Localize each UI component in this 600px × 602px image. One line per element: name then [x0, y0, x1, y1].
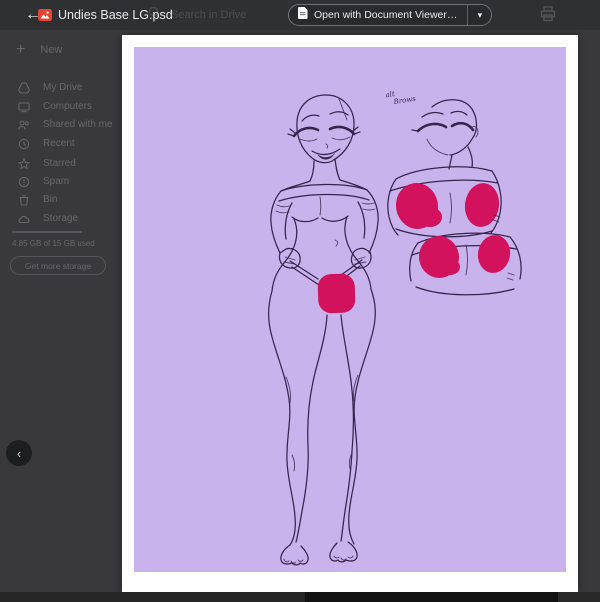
computer-icon [18, 101, 30, 113]
bra-accent [477, 235, 511, 273]
character-illustration [268, 94, 522, 566]
sketch-torso-2 [409, 232, 522, 296]
open-with-main[interactable]: Open with Document Viewer… [289, 5, 467, 25]
people-icon [18, 119, 30, 131]
bra-accent [440, 259, 460, 275]
open-with-dropdown[interactable]: ▾ [467, 5, 491, 25]
sidebar-item-label: Recent [43, 138, 75, 149]
sidebar-item-computers[interactable]: Computers [18, 99, 92, 114]
sidebar-item-label: Shared with me [43, 119, 113, 130]
new-button-label: New [40, 44, 63, 56]
search-icon [148, 6, 161, 24]
sidebar-item-starred[interactable]: Starred [18, 156, 76, 171]
bottom-strip-segment [305, 592, 558, 602]
psd-file-icon [38, 8, 52, 22]
search-placeholder: Search in Drive [171, 9, 247, 21]
preview-frame: alt Brows [122, 35, 578, 592]
sidebar-item-label: Bin [43, 194, 58, 205]
sidebar-item-shared[interactable]: Shared with me [18, 117, 112, 132]
search-bar-dimmed[interactable]: Search in Drive [148, 5, 246, 25]
sidebar-item-label: My Drive [43, 82, 83, 93]
underwear-accent [317, 273, 356, 314]
storage-progress-bar [12, 231, 82, 233]
spam-icon [18, 176, 30, 188]
chevron-down-icon: ▾ [477, 9, 483, 20]
cloud-icon [18, 213, 30, 225]
clock-icon [18, 138, 30, 150]
sketch-head [411, 99, 479, 170]
sidebar-item-storage[interactable]: Storage [18, 211, 78, 226]
trash-icon [18, 194, 30, 206]
chevron-left-icon: ‹ [16, 445, 22, 461]
sidebar-item-label: Spam [43, 176, 70, 187]
bottom-strip [0, 592, 600, 602]
sidebar-item-label: Starred [43, 158, 76, 169]
drive-icon [18, 81, 30, 94]
previous-file-button[interactable]: ‹ [6, 440, 32, 466]
star-icon [18, 157, 30, 170]
sidebar: + New My Drive Computers Shared with me … [0, 30, 118, 592]
storage-usage-text: 4.85 GB of 15 GB used [12, 239, 95, 248]
sidebar-item-my-drive[interactable]: My Drive [18, 80, 82, 95]
sidebar-item-label: Computers [43, 101, 92, 112]
sidebar-item-label: Storage [43, 213, 79, 224]
new-button[interactable]: + New [16, 41, 63, 58]
artwork-canvas: alt Brows [134, 47, 566, 572]
bottom-strip-segment [558, 592, 600, 602]
top-bar: ← Undies Base LG.psd Search in Drive Ope… [0, 0, 600, 30]
bra-accent [418, 207, 442, 227]
print-icon[interactable] [540, 6, 556, 27]
main-figure [268, 94, 379, 566]
sketch-torso-1 [387, 166, 502, 238]
sidebar-item-bin[interactable]: Bin [18, 192, 57, 207]
get-more-storage-button[interactable]: Get more storage [10, 256, 106, 275]
sidebar-item-spam[interactable]: Spam [18, 174, 69, 189]
plus-icon: + [16, 41, 26, 58]
open-with-label: Open with Document Viewer… [314, 9, 458, 21]
sidebar-item-recent[interactable]: Recent [18, 136, 75, 151]
document-icon [298, 6, 308, 24]
open-with-button[interactable]: Open with Document Viewer… ▾ [288, 4, 493, 26]
bra-accent [464, 183, 500, 227]
